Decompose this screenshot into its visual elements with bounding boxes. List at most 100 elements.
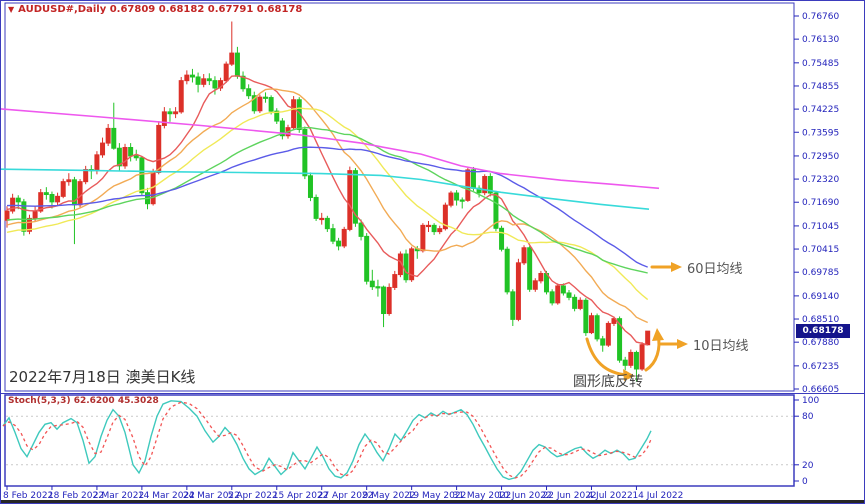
candle-body [331,229,335,241]
candle-body [584,300,588,332]
price-axis-label: 0.69140 [802,292,839,302]
candle-body [196,77,200,84]
price-axis-label: 0.76130 [802,35,839,45]
candle-body [382,287,386,313]
candle-body [516,263,520,320]
candle-body [455,193,459,200]
candle-body [168,112,172,114]
candle-body [325,218,329,228]
price-axis-label: 0.75485 [802,59,839,69]
price-axis-label: 0.66605 [802,385,839,395]
candle-body [432,225,436,231]
candle-body [314,197,318,218]
candle-body [629,352,633,365]
price-axis-label: 0.71045 [802,222,839,232]
candle-body [106,128,110,143]
candle-body [5,211,9,220]
candle-body [387,287,391,313]
candle-body [258,97,262,111]
candle-body [123,147,127,165]
candle-body [500,228,504,249]
candle-body [595,316,599,339]
candle-body [185,75,189,81]
candle-body [264,97,268,98]
candle-body [157,125,161,172]
candle-body [162,112,166,126]
candle-body [623,360,627,365]
candle-body [224,64,228,81]
collapse-triangle-icon[interactable]: ▼ [8,5,14,14]
date-axis[interactable]: 8 Feb 202218 Feb 20222 Mar 202214 Mar 20… [3,486,683,501]
candle-body [174,112,178,114]
candle-body [427,225,431,226]
candle-body [634,352,638,369]
price-axis-label: 0.67235 [802,362,839,372]
chart-canvas[interactable]: 0.76760 0.76130 0.75485 0.74855 0.74225 0.735… [1,1,865,504]
candle-body [556,286,560,303]
price-axis-label: 0.72950 [802,152,839,162]
candle-body [112,128,116,148]
candle-body [449,193,453,205]
candle-body [101,143,105,155]
candle-body [376,287,380,288]
price-axis-label: 0.73595 [802,128,839,138]
candle-body [606,323,610,345]
stoch-indicator-label: Stoch(5,3,3) 62.6200 45.3028 [8,396,159,406]
price-axis-label: 0.67880 [802,338,839,348]
candle-body [578,300,582,308]
candle-body [533,281,537,289]
candle-body [359,223,363,236]
price-axis-label: 0.74225 [802,105,839,115]
candle-body [573,297,577,308]
candle-body [601,339,605,345]
stoch-panel [5,395,794,486]
ma10-annotation-label: 10日均线 [693,335,749,354]
candle-body [640,345,644,369]
candle-body [528,248,532,290]
price-axis-label: 0.72320 [802,175,839,185]
candle-body [348,171,352,230]
candle-body [129,147,133,155]
rounded-bottom-annotation-label: 圆形底反转 [573,371,643,391]
candle-body [511,292,515,320]
candle-body [320,218,324,219]
candle-body [33,211,37,218]
candle-body [16,198,20,202]
price-axis-label: 0.71690 [802,198,839,208]
candle-body [438,229,442,232]
candle-body [213,81,217,88]
candle-body [78,182,82,205]
candle-body [269,98,273,112]
candle-body [522,248,526,263]
candle-body [646,331,650,345]
candle-body [140,158,144,193]
symbol-quote-header[interactable]: ▼ AUDUSD#,Daily 0.67809 0.68182 0.67791 0… [8,4,302,15]
candle-body [539,273,543,280]
candle-body [84,170,88,182]
candle-body [342,229,346,246]
candle-body [308,176,312,198]
analysis-caption: 2022年7月18日 澳美日K线 [9,366,195,387]
candle-body [550,292,554,303]
candle-body [404,254,408,280]
price-axis-label: 0.74855 [802,82,839,92]
candle-body [466,170,470,200]
candle-body [190,75,194,77]
candle-body [179,81,183,112]
ma60-annotation-label: 60日均线 [687,258,743,277]
price-axis-label: 0.70415 [802,245,839,255]
price-axis-label: 0.76760 [802,12,839,22]
candle-body [471,170,475,188]
candle-body [95,155,99,171]
candle-body [44,193,48,195]
stoch-axis-label: 20 [802,461,814,471]
candle-body [561,286,565,293]
candle-body [460,200,464,201]
candle-body [370,281,374,287]
candle-body [207,79,211,81]
quote-text: AUDUSD#,Daily 0.67809 0.68182 0.67791 0.… [18,4,302,15]
candle-body [67,180,71,182]
candle-body [292,100,296,128]
candle-body [134,156,138,158]
candle-body [505,249,509,292]
